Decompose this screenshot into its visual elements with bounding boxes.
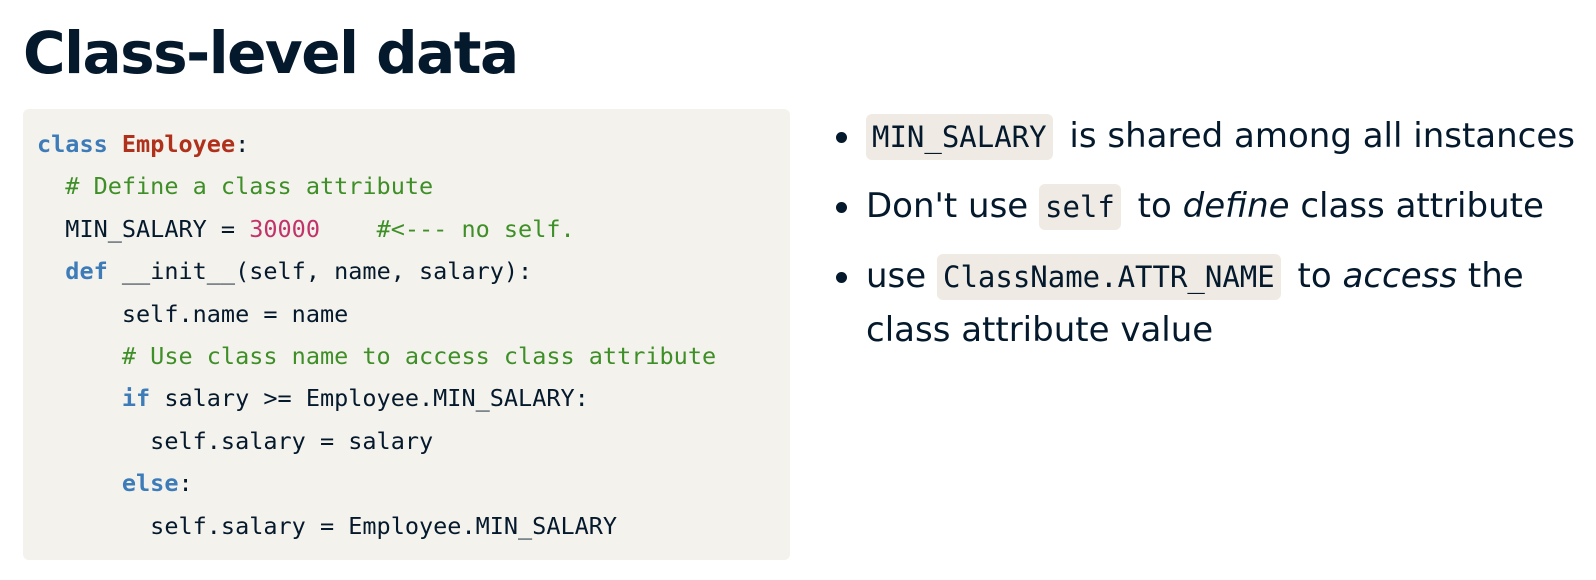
code-token: self.salary = Employee.MIN_SALARY [37,511,618,540]
code-listing: class Employee: # Define a class attribu… [37,123,716,547]
code-token: #<--- no self. [376,214,575,243]
bullet-list: MIN_SALARY is shared among all instances… [832,110,1592,373]
code-token: __init__(self, name, salary): [107,257,533,286]
code-token: # Define a class attribute [65,172,434,201]
code-block: class Employee: # Define a class attribu… [23,109,790,560]
code-token: : [235,130,250,158]
bullet-item-shared: MIN_SALARY is shared among all instances [832,110,1592,164]
code-line: else: [37,462,716,504]
code-line: if salary >= Employee.MIN_SALARY: [37,377,716,419]
emphasis-text: access [1342,256,1458,296]
bullet-dot-icon [836,132,847,143]
bullet-text: to [1126,186,1183,226]
bullet-text: class attribute [1289,186,1544,226]
bullet-text: is shared among all instances [1058,116,1576,156]
code-token: # Use class name to access class attribu… [121,341,717,370]
bullet-item-access: use ClassName.ATTR_NAME to access the cl… [832,250,1592,357]
code-line: self.salary = salary [37,420,716,462]
bullet-item-define: Don't use self to define class attribute [832,180,1592,234]
code-line: class Employee: [37,123,716,165]
code-token: : [178,469,193,498]
bullet-dot-icon [836,272,847,283]
code-line: self.name = name [37,293,716,335]
code-line: def __init__(self, name, salary): [37,250,716,292]
code-token: MIN_SALARY = [37,214,250,243]
bullet-dot-icon [836,202,847,213]
code-token: salary >= Employee.MIN_SALARY: [150,384,589,413]
code-token: else [121,469,179,498]
code-token: class [37,130,108,158]
page-title: Class-level data [23,19,519,87]
code-line: # Define a class attribute [37,165,716,207]
bullet-text: Don't use [866,186,1040,226]
code-token: self.salary = salary [37,426,434,455]
code-token: if [121,384,151,413]
inline-code: self [1039,184,1121,230]
inline-code: MIN_SALARY [866,114,1053,160]
bullet-text: to [1286,256,1343,296]
code-line: self.salary = Employee.MIN_SALARY [37,505,716,547]
code-token: Employee [121,130,236,158]
bullet-text: use [866,256,937,296]
emphasis-text: define [1182,186,1290,226]
code-line: # Use class name to access class attribu… [37,335,716,377]
code-line: MIN_SALARY = 30000 #<--- no self. [37,208,716,250]
inline-code: ClassName.ATTR_NAME [937,254,1281,300]
code-token: def [65,257,108,286]
code-token: self.name = name [37,299,349,328]
code-token: 30000 [249,214,320,243]
